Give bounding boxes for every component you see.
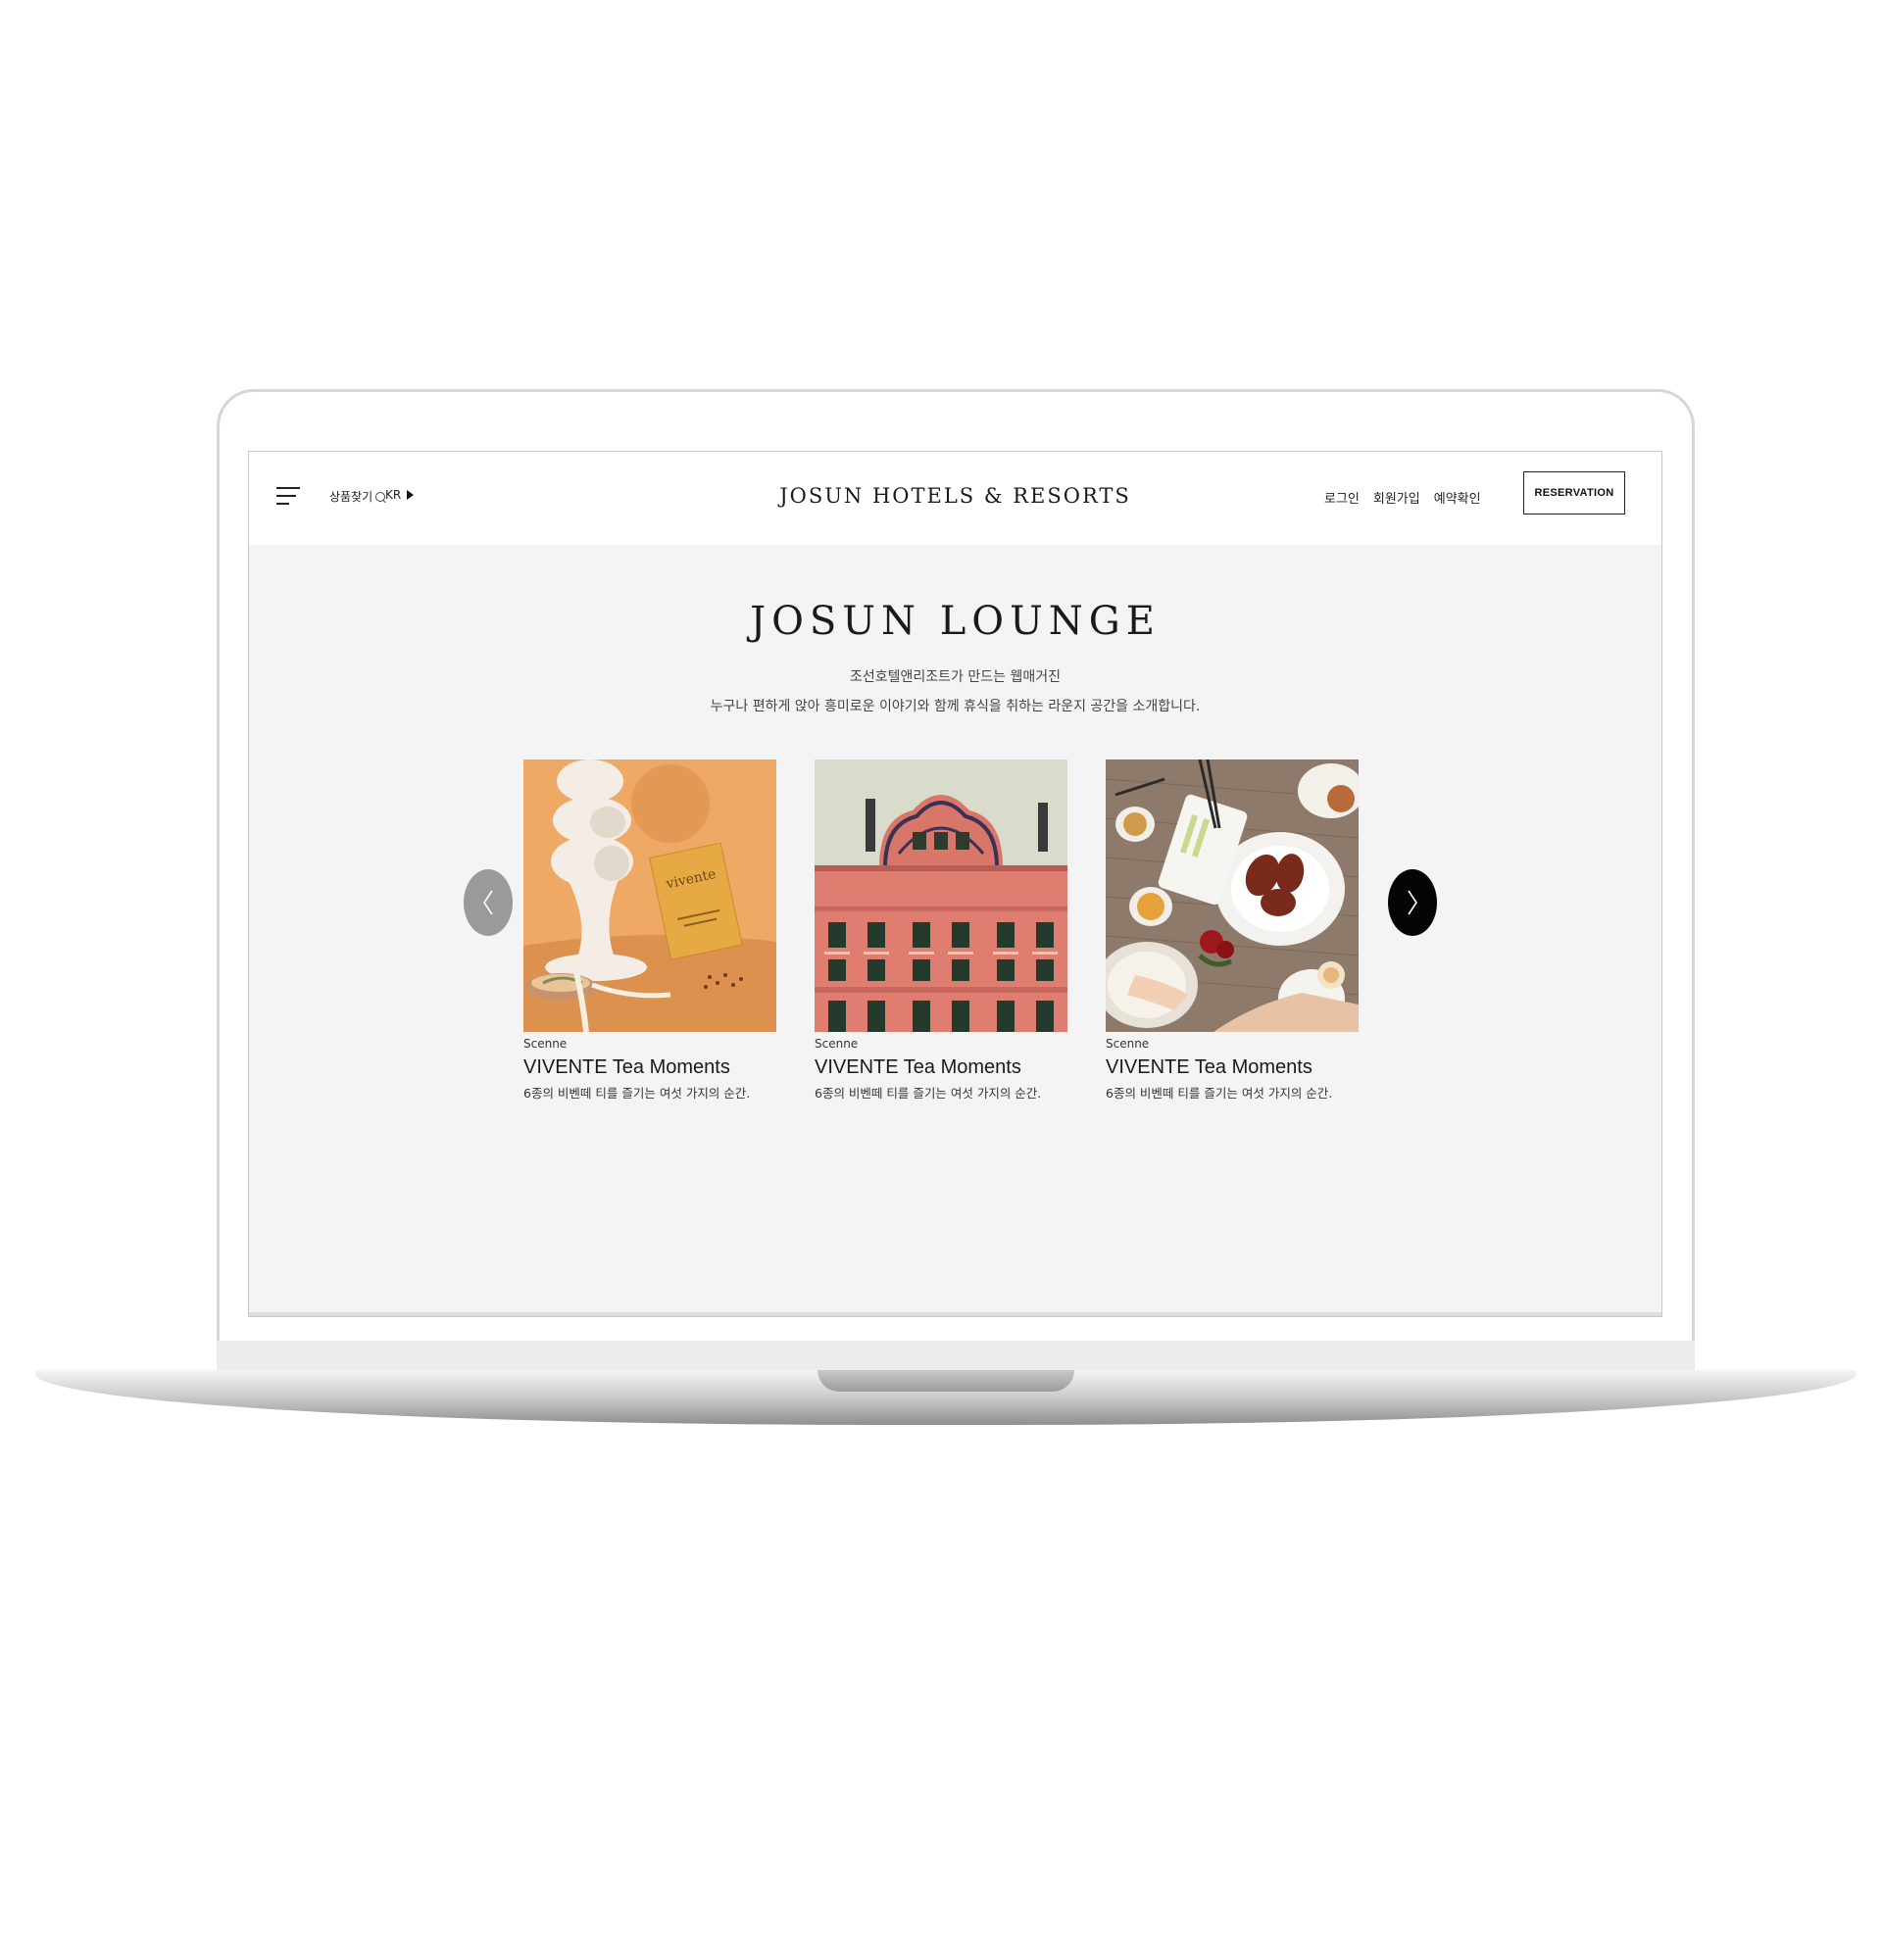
card-title[interactable]: VIVENTE Tea Moments — [1106, 1056, 1359, 1079]
lounge-title: JOSUN LOUNGE — [750, 599, 1161, 644]
building-illustration-image — [815, 760, 1067, 1032]
card-category: Scenne — [523, 1037, 568, 1051]
card-title[interactable]: VIVENTE Tea Moments — [815, 1056, 1067, 1079]
laptop-screen: 상품찾기 KR JOSUN HOTELS & RESORTS 로그인 회원가입 … — [248, 451, 1662, 1317]
lounge-subtitle-2: 누구나 편하게 앉아 흥미로운 이야기와 함께 휴식을 취하는 라운지 공간을 … — [710, 699, 1201, 714]
tea-product-image: vivente — [523, 760, 776, 1032]
booking-check-link[interactable]: 예약확인 — [1434, 488, 1481, 507]
carousel-next-button[interactable] — [1388, 869, 1437, 936]
reservation-button[interactable]: RESERVATION — [1523, 471, 1625, 514]
card-category: Scenne — [815, 1037, 859, 1051]
peking-duck-image — [1106, 760, 1359, 1032]
signup-link[interactable]: 회원가입 — [1373, 488, 1420, 507]
card-category: Scenne — [1106, 1037, 1150, 1051]
lounge-card[interactable]: Scenne VIVENTE Tea Moments 6종의 비벤떼 티를 즐기… — [1106, 760, 1359, 1102]
lounge-card[interactable]: vivente Scenne VIVENTE Tea Moments 6종의 비… — [523, 760, 776, 1102]
login-link[interactable]: 로그인 — [1324, 488, 1360, 507]
chevron-left-icon — [483, 890, 493, 915]
card-description: 6종의 비벤떼 티를 즐기는 여섯 가지의 순간. — [815, 1086, 1042, 1101]
lounge-subtitle-1: 조선호텔앤리조트가 만드는 웹매거진 — [850, 669, 1061, 685]
carousel-prev-button[interactable] — [464, 869, 513, 936]
chevron-right-icon — [1408, 890, 1417, 915]
laptop-chin — [217, 1341, 1695, 1370]
card-title[interactable]: VIVENTE Tea Moments — [523, 1056, 776, 1079]
card-description: 6종의 비벤떼 티를 즐기는 여섯 가지의 순간. — [523, 1086, 751, 1101]
member-links: 로그인 회원가입 예약확인 — [1324, 488, 1481, 507]
screen-scrollbar-track — [249, 1312, 1661, 1316]
laptop-notch — [817, 1370, 1074, 1392]
lounge-card[interactable]: Scenne VIVENTE Tea Moments 6종의 비벤떼 티를 즐기… — [815, 760, 1067, 1102]
card-description: 6종의 비벤떼 티를 즐기는 여섯 가지의 순간. — [1106, 1086, 1333, 1101]
site-header: 상품찾기 KR JOSUN HOTELS & RESORTS 로그인 회원가입 … — [249, 452, 1661, 545]
